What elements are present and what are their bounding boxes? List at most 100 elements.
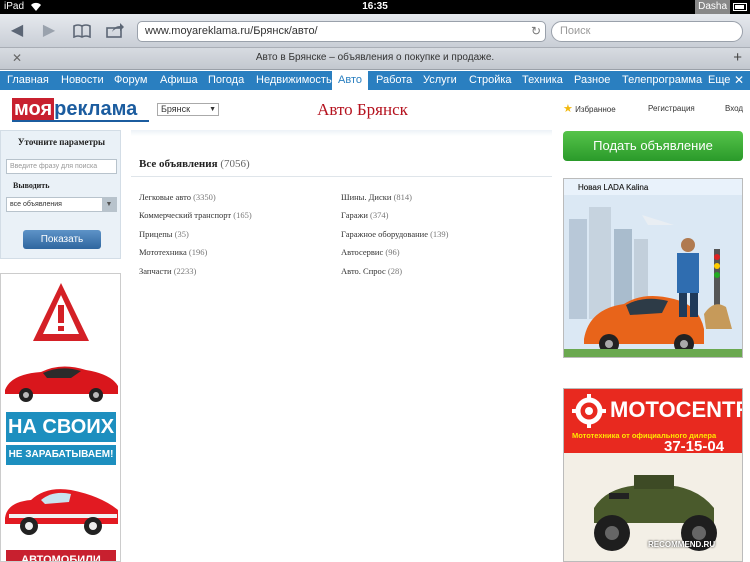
left-ad-banner[interactable]: НА СВОИХ НЕ ЗАРАБАТЫВАЕМ! АВТОМОБИЛИ: [0, 273, 121, 562]
category-name: Коммерческий транспорт: [139, 210, 232, 220]
category-item[interactable]: Мототехника (196): [139, 247, 207, 257]
bookmarks-icon[interactable]: [70, 20, 94, 42]
clock: 16:35: [362, 1, 388, 12]
category-count: (165): [233, 210, 252, 220]
retro-car-image: [5, 489, 118, 535]
all-ads-link[interactable]: Все объявления (7056): [139, 158, 250, 170]
nav-item-weather[interactable]: Погода: [208, 71, 244, 90]
nav-item-events[interactable]: Афиша: [160, 71, 198, 90]
nav-item-services[interactable]: Услуги: [423, 71, 457, 90]
category-item[interactable]: Коммерческий транспорт (165): [139, 210, 252, 220]
lada-ad-banner[interactable]: Новая LADA Kalina Новая LADA Kalina: [563, 178, 743, 358]
status-bar: iPad 16:35 Dasha: [0, 0, 750, 14]
category-name: Гаражи: [341, 210, 368, 220]
logo-part-2: реклама: [54, 98, 138, 120]
chevron-down-icon: ▼: [102, 198, 116, 211]
filter-search-input[interactable]: Введите фразу для поиска: [6, 159, 117, 174]
category-count: (374): [370, 210, 389, 220]
logo-part-1: моя: [12, 98, 55, 120]
warning-sign-icon: [33, 283, 89, 341]
favorites-label: Избранное: [575, 105, 616, 114]
ad-slogan-2: НЕ ЗАРАБАТЫВАЕМ!: [6, 445, 116, 465]
site-nav: Главная Новости Форум Афиша Погода Недви…: [0, 71, 750, 90]
filter-title: Уточните параметры: [17, 137, 106, 147]
lada-ad-title-overlay: Новая LADA Kalina: [578, 183, 649, 192]
star-icon: ★: [563, 103, 573, 115]
category-item[interactable]: Шины. Диски (814): [341, 192, 412, 202]
city-select[interactable]: Брянск ▼: [157, 103, 219, 116]
category-name: Шины. Диски: [341, 192, 392, 202]
nav-item-construction[interactable]: Стройка: [469, 71, 512, 90]
nav-item-home[interactable]: Главная: [7, 71, 49, 90]
motocentr-ad-banner[interactable]: MOTOCENTR Мототехника от официального ди…: [563, 388, 743, 562]
battery-icon: [733, 3, 747, 11]
city-value: Брянск: [161, 104, 191, 114]
category-name: Легковые авто: [139, 192, 191, 202]
tab-title[interactable]: Авто в Брянске – объявления о покупке и …: [0, 52, 750, 63]
reload-icon[interactable]: ↻: [531, 22, 541, 41]
category-name: Прицепы: [139, 229, 173, 239]
nav-item-jobs[interactable]: Работа: [376, 71, 412, 90]
category-name: Авто. Спрос: [341, 266, 386, 276]
category-count: (196): [188, 247, 208, 257]
post-ad-button[interactable]: Подать объявление: [563, 131, 743, 161]
login-link[interactable]: Вход: [725, 104, 743, 113]
user-badge: Dasha: [695, 0, 730, 14]
search-input[interactable]: Поиск: [551, 21, 743, 42]
category-item[interactable]: Прицепы (35): [139, 229, 189, 239]
page-title: Авто Брянск: [317, 100, 408, 119]
category-item[interactable]: Гаражное оборудование (139): [341, 229, 449, 239]
back-icon[interactable]: ◀: [5, 20, 29, 42]
filter-show-value: все объявления: [10, 201, 62, 208]
category-item[interactable]: Гаражи (374): [341, 210, 388, 220]
category-name: Автосервис: [341, 247, 384, 257]
chevron-down-icon: ▼: [209, 106, 216, 113]
content-top-bar: [131, 130, 552, 136]
address-bar[interactable]: www.moyareklama.ru/Брянск/авто/ ↻: [137, 21, 546, 42]
category-count: (814): [393, 192, 412, 202]
forward-icon[interactable]: ▶: [37, 20, 61, 42]
red-car-image: [5, 366, 118, 402]
nav-item-forum[interactable]: Форум: [114, 71, 147, 90]
all-ads-count: (7056): [220, 158, 250, 170]
nav-item-news[interactable]: Новости: [61, 71, 104, 90]
motocentr-brand: MOTOCENTR: [610, 397, 743, 422]
filter-panel: Уточните параметры Введите фразу для пои…: [0, 130, 121, 259]
share-icon[interactable]: [103, 20, 127, 42]
filter-show-label: Выводить: [13, 181, 50, 190]
gear-icon: [572, 394, 606, 428]
divider: [131, 176, 552, 177]
category-name: Гаражное оборудование: [341, 229, 428, 239]
nav-item-tech[interactable]: Техника: [522, 71, 563, 90]
nav-item-more[interactable]: Еще: [708, 71, 730, 90]
nav-item-tv[interactable]: Телепрограмма: [622, 71, 702, 90]
category-item[interactable]: Автосервис (96): [341, 247, 400, 257]
watermark: RECOMMEND.RU: [648, 540, 716, 549]
category-item[interactable]: Авто. Спрос (28): [341, 266, 402, 276]
nav-item-misc[interactable]: Разное: [574, 71, 610, 90]
category-count: (35): [174, 229, 189, 239]
lada-ad-image: [564, 195, 742, 357]
close-icon[interactable]: ✕: [734, 71, 744, 90]
filter-show-select[interactable]: все объявления ▼: [6, 197, 117, 212]
ad-slogan-3: АВТОМОБИЛИ: [6, 550, 116, 561]
tab-bar: ✕ Авто в Брянске – объявления о покупке …: [0, 48, 750, 70]
register-link[interactable]: Регистрация: [648, 104, 695, 113]
logo-underline: [12, 120, 149, 122]
category-name: Мототехника: [139, 247, 187, 257]
category-count: (2233): [173, 266, 197, 276]
favorites-link[interactable]: ★ Избранное: [563, 102, 616, 115]
nav-item-realty[interactable]: Недвижимость: [256, 71, 332, 90]
category-name: Запчасти: [139, 266, 172, 276]
browser-toolbar: ◀ ▶ www.moyareklama.ru/Брянск/авто/ ↻ По…: [0, 14, 750, 48]
category-item[interactable]: Запчасти (2233): [139, 266, 196, 276]
nav-item-auto[interactable]: Авто: [332, 71, 368, 90]
category-count: (139): [430, 229, 449, 239]
address-text: www.moyareklama.ru/Брянск/авто/: [145, 25, 318, 37]
site-logo[interactable]: моя реклама: [12, 98, 137, 120]
category-count: (28): [387, 266, 403, 276]
new-tab-icon[interactable]: +: [733, 49, 742, 66]
category-item[interactable]: Легковые авто (3350): [139, 192, 216, 202]
category-count: (3350): [193, 192, 216, 202]
show-button[interactable]: Показать: [23, 230, 101, 249]
